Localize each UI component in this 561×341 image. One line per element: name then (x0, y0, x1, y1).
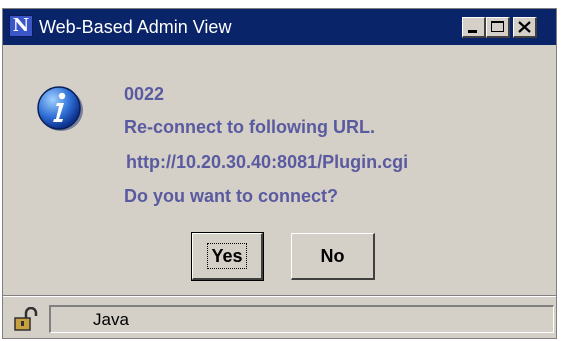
minimize-icon (468, 30, 477, 33)
no-button[interactable]: No (291, 233, 375, 280)
window-title: Web-Based Admin View (39, 17, 232, 37)
title-bar[interactable]: N Web-Based Admin View (3, 9, 556, 45)
yes-button-label: Yes (207, 243, 247, 269)
status-text: Java (93, 310, 129, 329)
close-icon (518, 21, 531, 33)
message-url: http://10.20.30.40:8081/Plugin.cgi (126, 152, 409, 172)
message-text: Re-connect to following URL. (124, 117, 375, 137)
app-icon-letter: N (12, 15, 30, 36)
status-separator (3, 295, 556, 297)
yes-button[interactable]: Yes (191, 232, 264, 281)
unlocked-padlock-icon (14, 307, 38, 331)
minimize-button[interactable] (462, 17, 486, 38)
app-icon[interactable]: N (9, 15, 33, 37)
maximize-icon (491, 21, 504, 32)
message-question: Do you want to connect? (124, 186, 338, 206)
close-button[interactable] (513, 17, 537, 38)
status-field: Java (49, 305, 554, 333)
dialog-window: N Web-Based Admin View 0022 Re-connect t… (2, 8, 557, 339)
message-code: 0022 (124, 84, 165, 104)
maximize-button[interactable] (486, 17, 510, 38)
status-bar: Java (3, 300, 556, 338)
info-icon (37, 86, 83, 131)
